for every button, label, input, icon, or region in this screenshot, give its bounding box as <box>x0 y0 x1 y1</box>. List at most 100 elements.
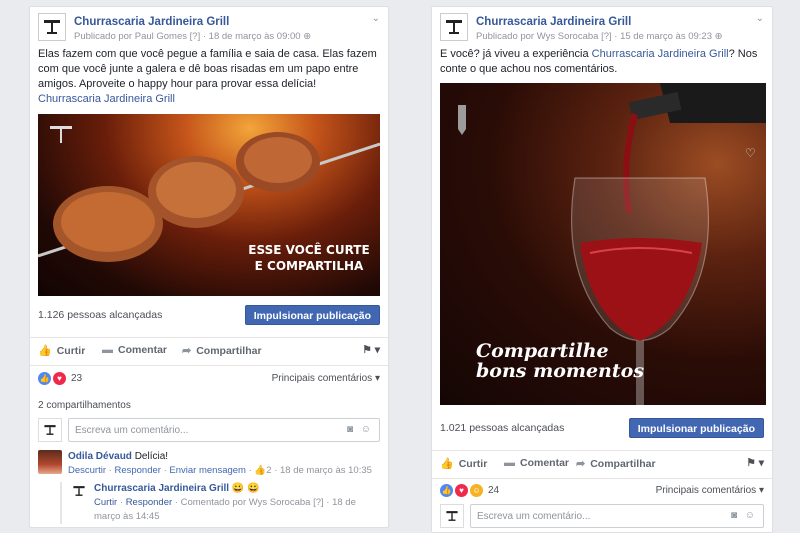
page-voice-selector[interactable]: ⚑ ▾ <box>746 457 764 469</box>
reply-link[interactable]: Responder <box>114 465 160 476</box>
comment-input[interactable]: Escreva um comentário... ◙ ☺ <box>68 418 380 442</box>
share-button[interactable]: ➦ Compartilhar <box>576 457 656 471</box>
share-label: Compartilhar <box>590 457 656 470</box>
heart-glyph: ♡ <box>745 146 756 160</box>
reactions-summary[interactable]: 👍 ♥ ☺ 24 <box>440 484 499 497</box>
grill-logo-icon <box>73 486 85 496</box>
post-actions: 👍 Curtir ▬ Comentar ➦ Compartilhar ⚑ ▾ <box>38 341 380 361</box>
love-reaction-icon: ♥ <box>455 484 468 497</box>
page-avatar-small <box>38 418 62 442</box>
divider <box>30 337 388 338</box>
reactions-row: 👍 ♥ ☺ 24 Principais comentários ▾ <box>440 484 764 500</box>
post-body-page-link[interactable]: Churrascaria Jardineira Grill <box>592 48 729 60</box>
reply-content: Churrascaria Jardineira Grill 😀 😀 Curtir… <box>94 482 380 524</box>
thumbs-up-icon: 👍 <box>38 345 52 357</box>
comment-like-icon[interactable]: 👍 <box>254 465 266 476</box>
share-label: Compartilhar <box>196 344 262 357</box>
page-avatar[interactable] <box>440 13 468 41</box>
grill-logo-icon <box>446 20 462 34</box>
post-body-page-link[interactable]: Churrascaria Jardineira Grill <box>38 93 175 105</box>
like-button[interactable]: 👍 Curtir <box>38 344 86 358</box>
reply-reply-link[interactable]: Responder <box>126 497 172 508</box>
page-name-link[interactable]: Churrascaria Jardineira Grill <box>476 16 631 28</box>
like-label: Curtir <box>56 344 86 357</box>
camera-icon[interactable]: ◙ <box>347 424 353 435</box>
reply-emoji: 😀 😀 <box>231 483 260 494</box>
post-meta: Publicado por Wys Sorocaba [?] · 15 de m… <box>476 31 723 42</box>
photo-caption: ESSE VOCÊ CURTE E COMPARTILHA <box>248 243 370 273</box>
comment-button[interactable]: ▬ Comentar <box>504 457 569 469</box>
page-avatar[interactable] <box>38 13 66 41</box>
divider <box>432 478 772 479</box>
like-button[interactable]: 👍 Curtir <box>440 457 488 471</box>
page-avatar-small <box>440 504 464 528</box>
reactions-row: 👍 ♥ 23 Principais comentários ▾ <box>38 372 380 388</box>
chevron-down-icon[interactable]: ⌄ <box>372 13 380 24</box>
emoji-icon[interactable]: ☺ <box>745 510 755 521</box>
send-message-link[interactable]: Enviar mensagem <box>169 465 246 476</box>
like-reaction-icon: 👍 <box>440 484 453 497</box>
boost-post-button[interactable]: Impulsionar publicação <box>244 305 380 325</box>
comment-sort-dropdown[interactable]: Principais comentários ▾ <box>272 373 380 384</box>
emoji-icon[interactable]: ☺ <box>361 424 371 435</box>
post-meta: Publicado por Paul Gomes [?] · 18 de mar… <box>74 31 312 42</box>
grill-logo-icon <box>446 511 458 521</box>
post-photo[interactable]: ESSE VOCÊ CURTE E COMPARTILHA <box>38 114 380 296</box>
reply-meta: Curtir · Responder · Comentado por Wys S… <box>94 497 356 522</box>
comment-button[interactable]: ▬ Comentar <box>102 344 167 356</box>
thumbs-up-icon: 👍 <box>440 458 454 470</box>
help-marker[interactable]: [?] <box>190 31 201 42</box>
comment-author[interactable]: Odila Dévaud <box>68 451 132 462</box>
post-body: E você? já viveu a experiência Churrasca… <box>440 47 764 77</box>
divider <box>432 450 772 451</box>
reply-author[interactable]: Churrascaria Jardineira Grill <box>94 483 229 494</box>
reply-avatar[interactable] <box>70 482 88 500</box>
share-button[interactable]: ➦ Compartilhar <box>182 344 262 358</box>
share-icon: ➦ <box>576 458 586 470</box>
post-card-1: Churrascaria Jardineira Grill Publicado … <box>29 6 389 528</box>
chevron-down-icon[interactable]: ⌄ <box>756 13 764 24</box>
post-timestamp[interactable]: 18 de março às 09:00 <box>209 31 301 42</box>
help-marker[interactable]: [?] <box>601 31 612 42</box>
grill-logo-icon <box>44 425 56 435</box>
reaction-count: 23 <box>71 373 83 384</box>
reach-row: 1.126 pessoas alcançadas Impulsionar pub… <box>38 303 380 327</box>
comment-icon: ▬ <box>102 344 113 356</box>
shares-count[interactable]: 2 compartilhamentos <box>38 400 131 411</box>
page-name-link[interactable]: Churrascaria Jardineira Grill <box>74 16 229 28</box>
comment-time[interactable]: 18 de março às 10:35 <box>280 465 372 476</box>
photo-caption-line-2: bons momentos <box>476 360 645 382</box>
page-voice-selector[interactable]: ⚑ ▾ <box>362 344 380 356</box>
boost-post-button[interactable]: Impulsionar publicação <box>628 418 764 438</box>
reach-count[interactable]: 1.021 pessoas alcançadas <box>440 422 564 434</box>
post-photo[interactable]: ♡ Compartilhe bons momentos <box>440 83 766 405</box>
comment-meta: Descurtir · Responder · Enviar mensagem … <box>68 465 372 476</box>
camera-icon[interactable]: ◙ <box>731 510 737 521</box>
reply-like-link[interactable]: Curtir <box>94 497 117 508</box>
comment-sort-dropdown[interactable]: Principais comentários ▾ <box>656 485 764 496</box>
comment-like-count: 2 <box>266 465 272 476</box>
like-label: Curtir <box>458 457 488 470</box>
reactions-summary[interactable]: 👍 ♥ 23 <box>38 372 82 385</box>
post-timestamp[interactable]: 15 de março às 09:23 <box>620 31 712 42</box>
comment-sort-label: Principais comentários <box>655 485 757 496</box>
post-header: Churrascaria Jardineira Grill Publicado … <box>38 13 380 45</box>
reach-count[interactable]: 1.126 pessoas alcançadas <box>38 309 162 321</box>
commenter-avatar[interactable] <box>38 450 62 474</box>
globe-icon: ⊕ <box>303 31 312 42</box>
reply-item: Churrascaria Jardineira Grill 😀 😀 Curtir… <box>60 482 380 524</box>
reach-row: 1.021 pessoas alcançadas Impulsionar pub… <box>440 416 764 440</box>
grill-logo-icon <box>44 20 60 34</box>
comment-input[interactable]: Escreva um comentário... ◙ ☺ <box>470 504 764 528</box>
photo-caption: Compartilhe bons momentos <box>476 341 676 381</box>
comment-label: Comentar <box>118 344 168 356</box>
post-card-2: Churrascaria Jardineira Grill Publicado … <box>431 6 773 533</box>
post-body: Elas fazem com que você pegue a família … <box>38 47 380 107</box>
reaction-count: 24 <box>488 485 500 496</box>
post-actions: 👍 Curtir ▬ Comentar ➦ Compartilhar ⚑ ▾ <box>440 454 764 474</box>
photo-caption-line-1: Compartilhe <box>476 340 609 362</box>
unlike-link[interactable]: Descurtir <box>68 465 106 476</box>
comment-item: Odila Dévaud Delícia! Descurtir · Respon… <box>38 450 380 480</box>
post-body-text: Elas fazem com que você pegue a família … <box>38 48 377 90</box>
comment-text: Delícia! <box>134 451 169 462</box>
